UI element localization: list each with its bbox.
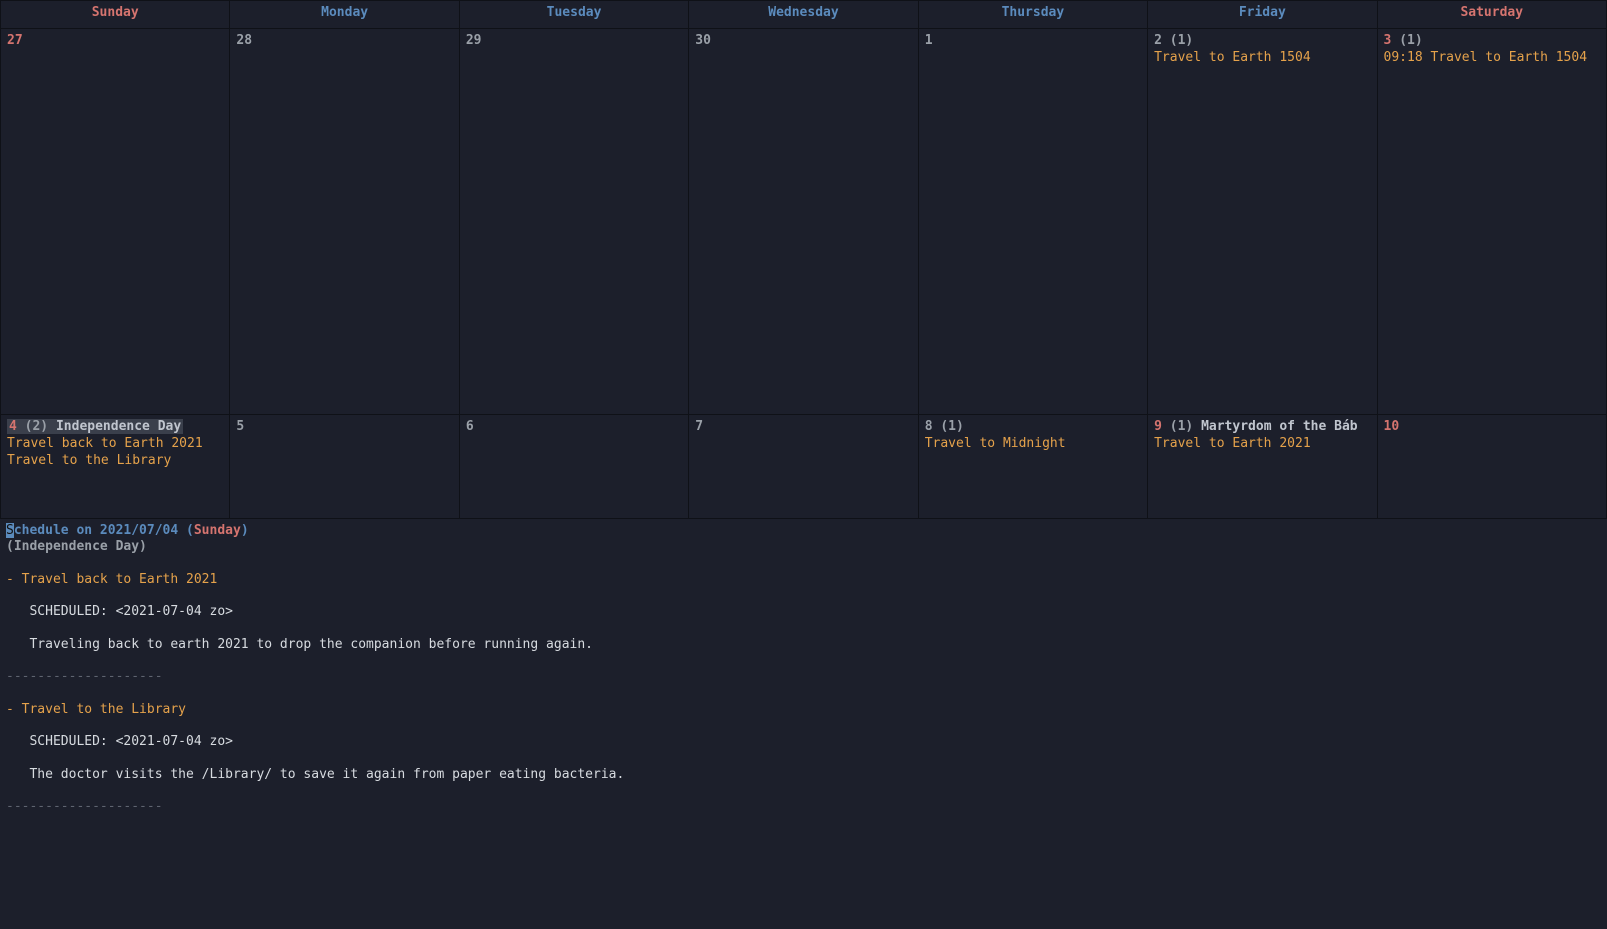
day-cell[interactable]: 10 [1377, 415, 1606, 519]
calendar-event[interactable]: 09:18 Travel to Earth 1504 [1384, 50, 1600, 67]
schedule-heading-day: Sunday [194, 523, 241, 538]
schedule-item-title[interactable]: - Travel back to Earth 2021 [6, 572, 217, 587]
separator: -------------------- [6, 799, 163, 814]
header-wednesday: Wednesday [689, 1, 918, 29]
schedule-item-body: Traveling back to earth 2021 to drop the… [6, 637, 593, 652]
schedule-holiday: (Independence Day) [6, 539, 147, 554]
day-number: 29 [466, 33, 482, 48]
schedule-heading: chedule on 2021/07/04 ( [14, 523, 194, 538]
day-cell[interactable]: 1 [918, 29, 1147, 415]
calendar-event[interactable]: Travel to Midnight [925, 436, 1141, 453]
holiday-label: Martyrdom of the Báb [1201, 419, 1358, 434]
day-number: 9 [1154, 419, 1162, 434]
schedule-item-title[interactable]: - Travel to the Library [6, 702, 186, 717]
day-number: 7 [695, 419, 703, 434]
holiday-label: Independence Day [56, 419, 181, 434]
calendar-event[interactable]: Travel to the Library [7, 453, 223, 470]
calendar-event[interactable]: Travel to Earth 1504 [1154, 50, 1370, 67]
day-cell[interactable]: 28 [230, 29, 459, 415]
day-number: 8 [925, 419, 933, 434]
day-number: 10 [1384, 419, 1400, 434]
day-cell-selected[interactable]: 4 (2) Independence Day Travel back to Ea… [1, 415, 230, 519]
day-number: 28 [236, 33, 252, 48]
event-count: (1) [1399, 33, 1422, 48]
header-thursday: Thursday [918, 1, 1147, 29]
schedule-item-body: The doctor visits the /Library/ to save … [6, 767, 624, 782]
cursor: S [6, 523, 14, 538]
day-cell[interactable]: 3 (1) 09:18 Travel to Earth 1504 [1377, 29, 1606, 415]
day-number: 2 [1154, 33, 1162, 48]
day-cell[interactable]: 29 [459, 29, 688, 415]
header-friday: Friday [1148, 1, 1377, 29]
day-cell[interactable]: 2 (1) Travel to Earth 1504 [1148, 29, 1377, 415]
calendar-event[interactable]: Travel to Earth 2021 [1154, 436, 1370, 453]
schedule-heading-close: ) [241, 523, 249, 538]
schedule-item-scheduled: SCHEDULED: <2021-07-04 zo> [6, 734, 233, 749]
day-number: 27 [7, 33, 23, 48]
event-count: (1) [940, 419, 963, 434]
day-cell[interactable]: 5 [230, 415, 459, 519]
day-number: 5 [236, 419, 244, 434]
calendar-row: 4 (2) Independence Day Travel back to Ea… [1, 415, 1607, 519]
day-cell[interactable]: 9 (1) Martyrdom of the Báb Travel to Ear… [1148, 415, 1377, 519]
event-count: (2) [25, 419, 48, 434]
header-monday: Monday [230, 1, 459, 29]
separator: -------------------- [6, 669, 163, 684]
header-saturday: Saturday [1377, 1, 1606, 29]
schedule-item-scheduled: SCHEDULED: <2021-07-04 zo> [6, 604, 233, 619]
calendar-row: 27 28 29 30 1 2 (1) Travel to Earth 1504 [1, 29, 1607, 415]
day-number: 4 [9, 419, 17, 434]
day-cell[interactable]: 7 [689, 415, 918, 519]
day-cell[interactable]: 6 [459, 415, 688, 519]
calendar-event[interactable]: Travel back to Earth 2021 [7, 436, 223, 453]
event-count: (1) [1170, 33, 1193, 48]
weekday-header-row: Sunday Monday Tuesday Wednesday Thursday… [1, 1, 1607, 29]
schedule-pane[interactable]: Schedule on 2021/07/04 (Sunday) (Indepen… [0, 519, 1607, 822]
day-cell[interactable]: 27 [1, 29, 230, 415]
day-cell[interactable]: 8 (1) Travel to Midnight [918, 415, 1147, 519]
header-sunday: Sunday [1, 1, 230, 29]
day-cell[interactable]: 30 [689, 29, 918, 415]
day-number: 30 [695, 33, 711, 48]
day-number: 1 [925, 33, 933, 48]
header-tuesday: Tuesday [459, 1, 688, 29]
event-count: (1) [1170, 419, 1193, 434]
calendar-grid: Sunday Monday Tuesday Wednesday Thursday… [0, 0, 1607, 519]
day-number: 3 [1384, 33, 1392, 48]
day-number: 6 [466, 419, 474, 434]
